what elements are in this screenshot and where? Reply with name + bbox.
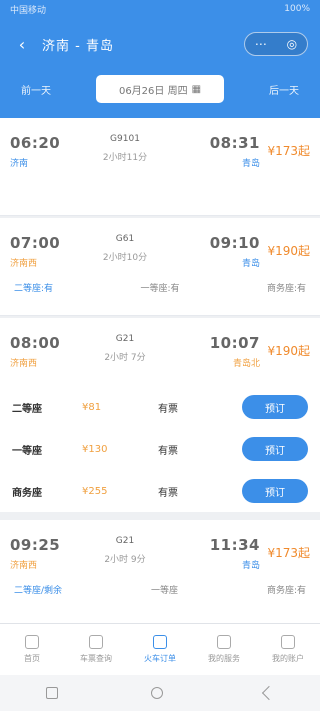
ticket-icon xyxy=(153,635,167,649)
tab-home[interactable]: 首页 xyxy=(0,624,64,675)
departure-time: 07:00 xyxy=(10,234,61,252)
arrival-station: 青岛北 xyxy=(232,359,260,369)
departure-time: 08:00 xyxy=(10,334,61,352)
departure-station: 济南 xyxy=(10,159,29,169)
page-title: 济南 - 青岛 xyxy=(42,38,114,54)
arrival-time: 11:34 xyxy=(209,536,260,554)
tab-services[interactable]: 我的服务 xyxy=(192,624,256,675)
price-from: ¥190起 xyxy=(267,344,310,358)
system-nav-bar xyxy=(0,675,320,711)
more-icon[interactable]: ⋯ xyxy=(255,37,267,51)
date-bar: 前一天 06月26日 周四 ▦ 后一天 xyxy=(0,72,320,106)
seat-summary: 二等座:有 一等座:有 商务座:有 xyxy=(0,269,320,294)
seat-availability: 有票 xyxy=(158,445,178,457)
price-from: ¥173起 xyxy=(267,144,310,158)
service-icon xyxy=(217,635,231,649)
date-selector[interactable]: 06月26日 周四 ▦ xyxy=(96,75,224,103)
prev-day-button[interactable]: 前一天 xyxy=(14,82,58,97)
seat-name: 一等座 xyxy=(12,445,42,457)
system-recent-icon[interactable] xyxy=(150,687,163,699)
close-icon[interactable]: ◎ xyxy=(287,37,297,51)
seat-summary: 二等座/剩余 一等座 商务座:有 xyxy=(0,571,320,596)
train-number: G21 xyxy=(115,536,135,546)
seat-availability: 有票 xyxy=(158,487,178,499)
battery-label: 100% xyxy=(284,4,310,14)
duration: 2小时 7分 xyxy=(104,353,146,363)
seat-price: ¥255 xyxy=(82,485,108,497)
book-button[interactable]: 预订 xyxy=(242,395,308,419)
system-back-icon[interactable] xyxy=(261,685,276,701)
seat-summary-item: 一等座:有 xyxy=(140,284,180,294)
arrival-station: 青岛 xyxy=(241,259,260,269)
title-bar: ‹ 济南 - 青岛 ⋯ ◎ xyxy=(0,24,320,64)
seat-option-second-class: 二等座 ¥81 有票 预订 xyxy=(0,386,320,428)
seat-option-first-class: 一等座 ¥130 有票 预订 xyxy=(0,428,320,470)
seat-price: ¥81 xyxy=(82,401,102,413)
next-day-button[interactable]: 后一天 xyxy=(262,82,306,97)
tab-label: 车票查询 xyxy=(80,654,112,663)
departure-time: 09:25 xyxy=(10,536,61,554)
duration: 2小时 9分 xyxy=(104,555,146,565)
tab-ticket-search[interactable]: 车票查询 xyxy=(64,624,128,675)
seat-name: 商务座 xyxy=(12,487,42,499)
duration: 2小时10分 xyxy=(102,253,148,263)
home-icon xyxy=(25,635,39,649)
train-number: G9101 xyxy=(110,134,140,144)
train-card-expanded[interactable]: 08:00 济南西 G21 2小时 7分 10:07 青岛北 ¥190起 xyxy=(0,318,320,392)
tab-account[interactable]: 我的账户 xyxy=(256,624,320,675)
train-card[interactable]: 09:25 济南西 G21 2小时 9分 11:34 青岛 ¥173起 二等座/… xyxy=(0,520,320,623)
book-button[interactable]: 预订 xyxy=(242,479,308,503)
seat-price: ¥130 xyxy=(82,443,108,455)
train-list: 06:20 济南 G9101 2小时11分 08:31 青岛 ¥173起 07:… xyxy=(0,118,320,623)
seat-summary-item: 商务座:有 xyxy=(266,284,306,294)
train-number: G61 xyxy=(115,234,135,244)
search-icon xyxy=(89,635,103,649)
selected-date: 06月26日 周四 xyxy=(118,85,188,97)
seat-availability: 有票 xyxy=(158,403,178,415)
tab-label: 我的账户 xyxy=(272,654,304,663)
tab-label: 我的服务 xyxy=(208,654,240,663)
arrival-time: 09:10 xyxy=(209,234,260,252)
tab-label: 首页 xyxy=(24,654,40,663)
carrier-label: 中国移动 xyxy=(10,5,47,16)
user-icon xyxy=(281,635,295,649)
arrival-time: 10:07 xyxy=(209,334,260,352)
tab-train-orders[interactable]: 火车订单 xyxy=(128,624,192,675)
seat-summary-item: 二等座/剩余 xyxy=(14,586,63,596)
train-number: G21 xyxy=(115,334,135,344)
header-capsule[interactable]: ⋯ ◎ xyxy=(244,32,308,56)
train-card[interactable]: 07:00 济南西 G61 2小时10分 09:10 青岛 ¥190起 二等座:… xyxy=(0,218,320,316)
status-bar: 中国移动 100% xyxy=(0,0,320,18)
price-from: ¥190起 xyxy=(267,244,310,258)
train-card[interactable]: 06:20 济南 G9101 2小时11分 08:31 青岛 ¥173起 xyxy=(0,118,320,216)
seat-summary-item: 商务座:有 xyxy=(266,586,306,596)
departure-time: 06:20 xyxy=(10,134,61,152)
arrival-time: 08:31 xyxy=(209,134,260,152)
arrival-station: 青岛 xyxy=(241,159,260,169)
header-area: 中国移动 100% ‹ 济南 - 青岛 ⋯ ◎ 前一天 06月26日 周四 ▦ … xyxy=(0,0,320,118)
seat-option-business-class: 商务座 ¥255 有票 预订 xyxy=(0,470,320,512)
duration: 2小时11分 xyxy=(102,153,148,163)
departure-station: 济南西 xyxy=(10,359,38,369)
seat-summary-item: 二等座:有 xyxy=(14,284,54,294)
seat-name: 二等座 xyxy=(12,403,42,415)
system-home-icon[interactable] xyxy=(46,687,59,699)
tab-label: 火车订单 xyxy=(144,654,176,663)
departure-station: 济南西 xyxy=(10,259,38,269)
arrival-station: 青岛 xyxy=(241,561,260,571)
calendar-icon: ▦ xyxy=(191,83,202,95)
departure-station: 济南西 xyxy=(10,561,38,571)
book-button[interactable]: 预订 xyxy=(242,437,308,461)
seat-summary-item: 一等座 xyxy=(150,586,178,596)
price-from: ¥173起 xyxy=(267,546,310,560)
bottom-nav: 首页 车票查询 火车订单 我的服务 我的账户 xyxy=(0,623,320,675)
back-arrow-icon[interactable]: ‹ xyxy=(8,30,36,58)
